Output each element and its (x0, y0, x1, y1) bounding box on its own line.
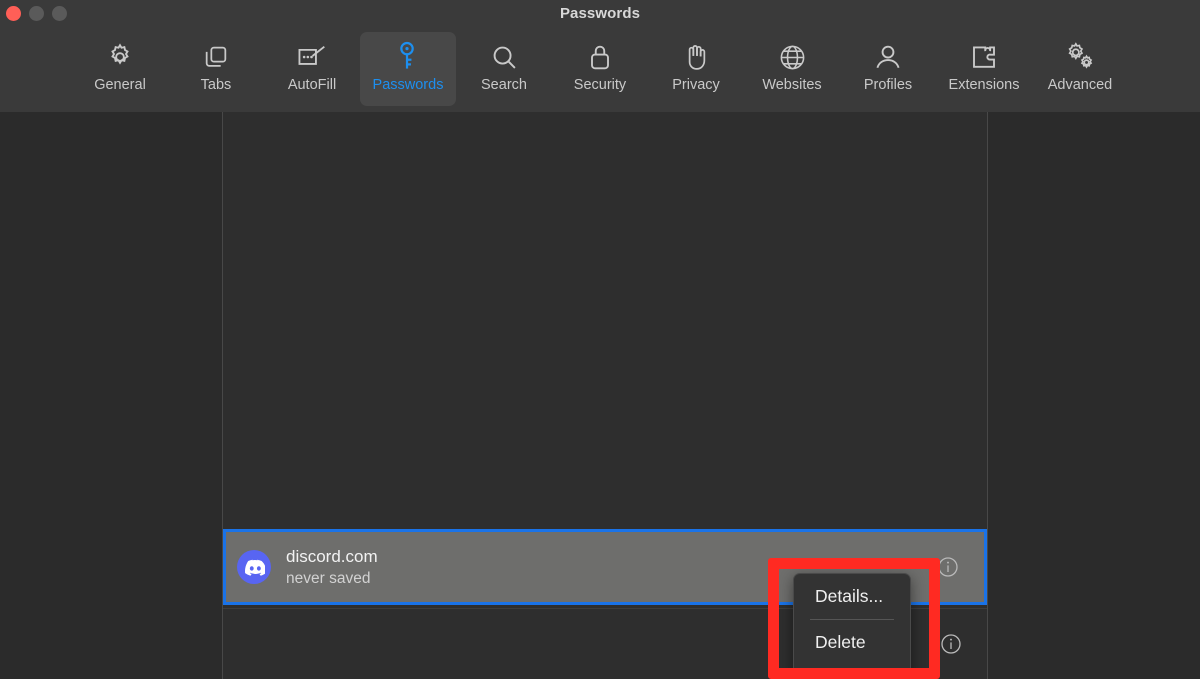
menu-item-details[interactable]: Details... (794, 574, 910, 619)
tab-label: Profiles (863, 77, 913, 93)
tabs-icon (202, 40, 230, 74)
row-text-group: discord.com never saved (286, 547, 378, 588)
tab-label: Extensions (948, 77, 1020, 93)
tab-tabs[interactable]: Tabs (168, 32, 264, 106)
preferences-content: discord.com never saved (0, 112, 1200, 679)
tab-label: Passwords (372, 77, 444, 93)
tab-label: Security (573, 77, 627, 93)
tab-security[interactable]: Security (552, 32, 648, 106)
info-icon[interactable] (937, 556, 959, 578)
person-icon (874, 40, 902, 74)
tab-label: AutoFill (287, 77, 337, 93)
tab-general[interactable]: General (72, 32, 168, 106)
gear-icon (105, 40, 135, 74)
search-icon (490, 40, 519, 74)
window-title: Passwords (559, 5, 641, 22)
row-status: never saved (286, 569, 371, 587)
autofill-icon (296, 40, 328, 74)
tab-label: Websites (762, 77, 822, 93)
tab-label: Advanced (1047, 77, 1113, 93)
tab-advanced[interactable]: Advanced (1032, 32, 1128, 106)
right-divider (987, 112, 988, 679)
tab-profiles[interactable]: Profiles (840, 32, 936, 106)
tab-label: General (94, 77, 146, 93)
menu-item-delete[interactable]: Delete (794, 620, 910, 665)
puzzle-icon (969, 40, 999, 74)
title-bar: Passwords (0, 0, 1200, 28)
key-icon (395, 40, 421, 74)
tab-label: Tabs (200, 77, 232, 93)
preferences-toolbar: General Tabs AutoFill Passwords Search S… (0, 28, 1200, 112)
preferences-window: Passwords General Tabs AutoFill Password… (0, 0, 1200, 679)
lock-icon (587, 40, 613, 74)
gears-icon (1064, 40, 1096, 74)
row-hostname: discord.com (286, 546, 378, 566)
discord-icon (237, 550, 271, 584)
tab-search[interactable]: Search (456, 32, 552, 106)
tab-label: Search (481, 77, 527, 93)
tab-label: Privacy (672, 77, 720, 93)
tab-passwords[interactable]: Passwords (360, 32, 456, 106)
hand-icon (683, 40, 710, 74)
globe-icon (778, 40, 807, 74)
tab-privacy[interactable]: Privacy (648, 32, 744, 106)
info-icon[interactable] (940, 633, 962, 655)
tab-websites[interactable]: Websites (744, 32, 840, 106)
tab-extensions[interactable]: Extensions (936, 32, 1032, 106)
tab-autofill[interactable]: AutoFill (264, 32, 360, 106)
context-menu: Details... Delete (793, 573, 911, 679)
